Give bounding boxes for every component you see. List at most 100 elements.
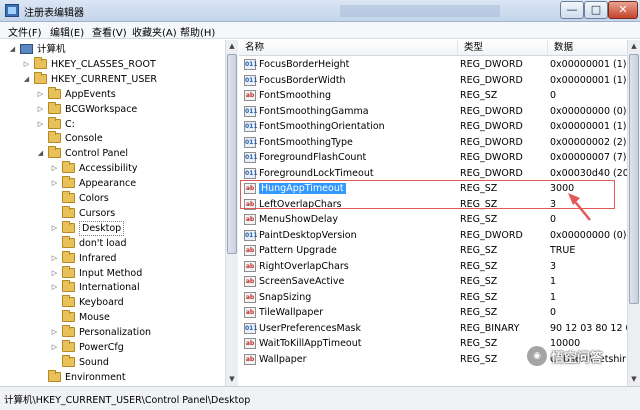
folder-icon	[62, 265, 75, 278]
tree-scroll-thumb[interactable]	[227, 54, 237, 254]
tree-node[interactable]: ▷ Appearance	[0, 176, 225, 191]
value-type: REG_DWORD	[460, 229, 523, 241]
tree-expander-icon[interactable]: ◢	[36, 146, 45, 161]
tree-expander-icon[interactable]	[50, 355, 59, 370]
tree-expander-icon[interactable]: ▷	[50, 251, 59, 266]
tree-expander-icon[interactable]: ▷	[50, 176, 59, 191]
tree-scrollbar[interactable]: ▲ ▼	[225, 40, 238, 386]
list-scroll-up-arrow-icon[interactable]: ▲	[628, 40, 640, 53]
tree-node[interactable]: ▷ International	[0, 280, 225, 295]
value-data: 0x00000007 (7)	[550, 152, 627, 163]
value-row[interactable]: ab SnapSizing REG_SZ 1	[239, 290, 627, 306]
column-header-name[interactable]: 名称	[239, 40, 458, 56]
tree-expander-icon[interactable]: ▷	[22, 57, 31, 72]
value-data: 0x00000000 (0)	[550, 105, 627, 117]
value-row[interactable]: 011 FocusBorderHeight REG_DWORD 0x00000001 …	[239, 57, 627, 73]
value-name: ForegroundFlashCount	[259, 152, 367, 163]
tree-node[interactable]: ▷ C:	[0, 116, 225, 132]
value-row[interactable]: ab Pattern Upgrade REG_SZ TRUE	[239, 243, 627, 259]
value-row[interactable]: ab RightOverlapChars REG_SZ 3	[239, 259, 627, 275]
minimize-button[interactable]: —	[560, 1, 584, 19]
folder-icon	[62, 250, 75, 263]
folder-icon	[48, 369, 61, 382]
tree-expander-icon[interactable]	[50, 236, 59, 251]
menu-help[interactable]: 帮助(H)	[180, 24, 215, 39]
tree-expander-icon[interactable]: ▷	[50, 266, 59, 281]
scroll-down-arrow-icon[interactable]: ▼	[226, 373, 238, 386]
tree-node[interactable]: ▷ Accessibility	[0, 161, 225, 176]
column-header-type[interactable]: 类型	[458, 40, 548, 56]
tree-node[interactable]: ▷ Input Method	[0, 265, 225, 281]
tree-expander-icon[interactable]	[36, 370, 45, 385]
tree-node-label: Colors	[79, 193, 109, 204]
value-row[interactable]: 011 FocusBorderWidth REG_DWORD 0x00000001 (…	[239, 73, 627, 89]
value-row[interactable]: 011 FontSmoothingType REG_DWORD 0x00000002 …	[239, 135, 627, 151]
tree-expander-icon[interactable]	[50, 310, 59, 325]
tree-node[interactable]: ▷ AppEvents	[0, 86, 225, 102]
tree-node[interactable]: ▷ PowerCfg	[0, 340, 225, 355]
list-scroll-down-arrow-icon[interactable]: ▼	[628, 373, 640, 386]
scroll-up-arrow-icon[interactable]: ▲	[226, 40, 238, 53]
tree-node[interactable]: Colors	[0, 191, 225, 206]
value-row[interactable]: 011 ForegroundFlashCount REG_DWORD 0x000000…	[239, 150, 627, 166]
close-button[interactable]: ✕	[608, 1, 638, 19]
tree-node[interactable]: Sound	[0, 354, 225, 370]
value-row[interactable]: 011 FontSmoothingGamma REG_DWORD 0x00000000…	[239, 104, 627, 120]
binary-value-icon: 011	[244, 322, 258, 334]
folder-icon	[62, 280, 75, 293]
tree-node-label: Accessibility	[79, 163, 138, 175]
tree-node[interactable]: ▷ Desktop	[0, 220, 225, 236]
value-row[interactable]: 011 PaintDesktopVersion REG_DWORD 0x0000000…	[239, 228, 627, 244]
list-scroll-thumb[interactable]	[629, 54, 639, 304]
tree-expander-icon[interactable]: ▷	[50, 280, 59, 295]
value-row[interactable]: 011 UserPreferencesMask REG_BINARY 90 12 03…	[239, 321, 630, 337]
tree-expander-icon[interactable]: ▷	[50, 340, 59, 355]
tree-node[interactable]: Cursors	[0, 205, 225, 221]
value-data: 0x00000002 (2)	[550, 136, 627, 148]
value-row[interactable]: 011 ForegroundLockTimeout REG_DWORD 0x00030…	[239, 166, 629, 182]
tree-expander-icon[interactable]: ▷	[36, 102, 45, 117]
tree-node[interactable]: don't load	[0, 235, 225, 251]
tree-expander-icon[interactable]: ▷	[50, 325, 59, 340]
tree-node[interactable]: ◢ HKEY_CURRENT_USER	[0, 71, 225, 87]
tree-node[interactable]: ◢ 计算机	[0, 42, 225, 57]
tree-node[interactable]: Mouse	[0, 310, 225, 325]
list-scrollbar[interactable]: ▲ ▼	[627, 40, 640, 386]
status-path: 计算机\HKEY_CURRENT_USER\Control Panel\Desk…	[4, 395, 251, 406]
tree-expander-icon[interactable]	[36, 131, 45, 146]
tree-expander-icon[interactable]: ◢	[22, 72, 31, 87]
value-row[interactable]: 011 FontSmoothingOrientation REG_DWORD 0x00…	[239, 119, 627, 135]
menu-edit[interactable]: 编辑(E)	[50, 24, 84, 39]
value-row[interactable]: ab ScreenSaveActive REG_SZ 1	[239, 274, 627, 290]
value-type: REG_SZ	[460, 214, 498, 225]
value-data: 0x00000001 (1)	[550, 74, 627, 86]
menu-view[interactable]: 查看(V)	[92, 24, 127, 39]
tree-node[interactable]: ▷ Personalization	[0, 325, 225, 340]
value-row[interactable]: ab FontSmoothing REG_SZ 0	[239, 88, 627, 104]
value-row[interactable]: ab TileWallpaper REG_SZ 0	[239, 305, 627, 321]
tree-node[interactable]: Environment	[0, 369, 225, 385]
registry-tree[interactable]: ◢ 计算机 ▷ HKEY_CLASSES_ROOT ◢ HKEY_CURRENT_USER…	[0, 40, 238, 386]
tree-expander-icon[interactable]: ▷	[50, 221, 59, 236]
tree-node[interactable]: ◢ Control Panel	[0, 146, 225, 161]
menu-file[interactable]: 文件(F)	[8, 24, 42, 39]
tree-node[interactable]: ▷ BCGWorkspace	[0, 101, 225, 117]
tree-node[interactable]: ▷ HKEY_CLASSES_ROOT	[0, 56, 225, 72]
column-header-data[interactable]: 数据	[548, 40, 628, 56]
binary-value-icon: 011	[244, 167, 258, 179]
tree-expander-icon[interactable]: ▷	[50, 161, 59, 176]
computer-icon	[20, 44, 33, 54]
tree-node-label: 计算机	[37, 44, 66, 55]
tree-expander-icon[interactable]	[50, 191, 59, 206]
value-name: ForegroundLockTimeout	[259, 167, 374, 179]
tree-expander-icon[interactable]	[50, 206, 59, 221]
tree-expander-icon[interactable]: ▷	[36, 87, 45, 102]
tree-expander-icon[interactable]	[50, 295, 59, 310]
tree-expander-icon[interactable]: ◢	[8, 42, 17, 57]
menu-favorites[interactable]: 收藏夹(A)	[132, 24, 177, 39]
maximize-button[interactable]: □	[584, 1, 608, 19]
tree-node[interactable]: ▷ Infrared	[0, 250, 225, 266]
tree-expander-icon[interactable]: ▷	[36, 117, 45, 132]
tree-node[interactable]: Console	[0, 131, 225, 146]
tree-node[interactable]: Keyboard	[0, 295, 225, 310]
